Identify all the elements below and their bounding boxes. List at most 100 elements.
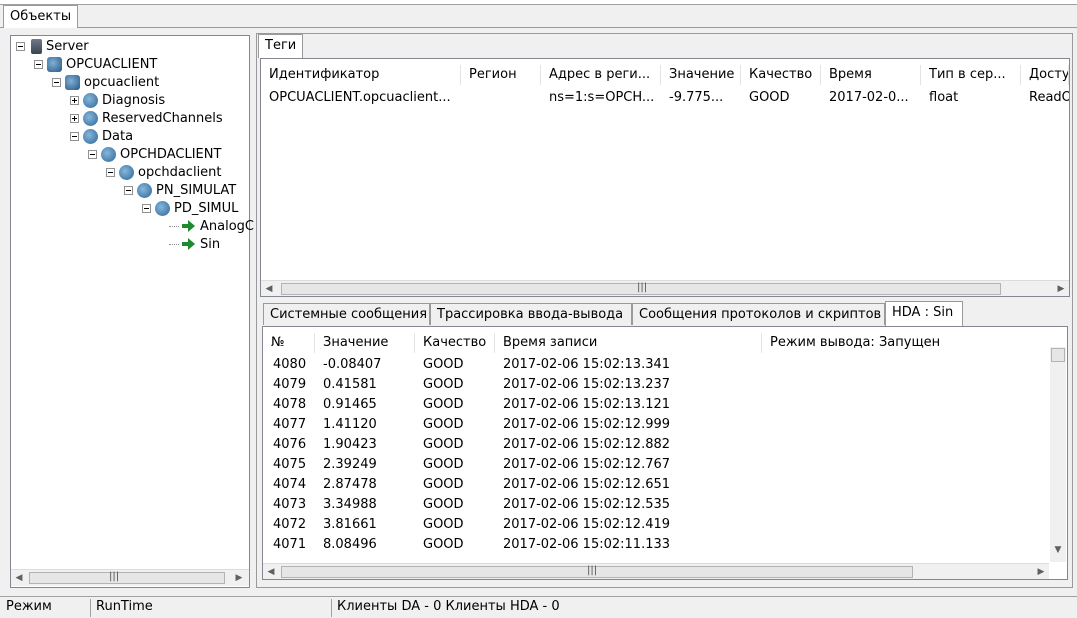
scrollbar-thumb[interactable] — [1051, 348, 1065, 362]
collapse-icon[interactable] — [52, 77, 61, 87]
column-header[interactable]: Значение — [661, 65, 741, 85]
tab-objects[interactable]: Объекты — [3, 5, 79, 28]
table-row[interactable]: 4078 0.91465 GOOD 2017-02-06 15:02:13.121 — [263, 395, 1043, 415]
tab-hda-sin[interactable]: HDA : Sin — [885, 301, 963, 326]
tree-node-opcuaclient[interactable]: opcuaclient — [52, 73, 159, 91]
column-header[interactable]: Тип в сер... — [921, 65, 1021, 85]
tree-node-label: Sin — [200, 236, 221, 252]
tree-node-opcuaclient-root[interactable]: OPCUACLIENT — [34, 55, 157, 73]
tree-node-analog[interactable]: AnalogC — [169, 217, 254, 235]
client-icon — [101, 146, 116, 162]
tab-protocol-messages[interactable]: Сообщения протоколов и скриптов — [632, 303, 885, 325]
table-cell: 0.91465 — [323, 397, 377, 412]
column-header[interactable]: Качество — [741, 65, 821, 85]
status-divider — [90, 599, 91, 617]
tree-node-label: Diagnosis — [102, 92, 166, 108]
expand-icon[interactable] — [70, 95, 79, 105]
scroll-left-icon[interactable]: ◀ — [261, 281, 277, 297]
scroll-right-icon[interactable]: ▶ — [1053, 281, 1069, 297]
table-row[interactable]: 4071 8.08496 GOOD 2017-02-06 15:02:11.133 — [263, 535, 1043, 555]
tags-table[interactable]: Идентификатор Регион Адрес в реги... Зна… — [260, 58, 1070, 297]
tree-node-data[interactable]: Data — [70, 127, 133, 145]
table-row[interactable]: 4080 -0.08407 GOOD 2017-02-06 15:02:13.341 — [263, 355, 1043, 375]
table-cell[interactable]: OPCUACLIENT.opcuaclient... — [261, 89, 461, 107]
status-divider — [331, 599, 332, 617]
table-cell: 1.90423 — [323, 437, 377, 452]
table-cell: 2017-02-06 15:02:12.651 — [503, 477, 671, 492]
device-icon — [65, 74, 80, 90]
collapse-icon[interactable] — [88, 149, 97, 159]
object-tree[interactable]: Server OPCUACLIENT opcuaclient Diagnosis… — [10, 35, 254, 588]
expand-icon[interactable] — [70, 113, 79, 123]
column-header[interactable]: Время записи — [495, 333, 762, 353]
table-row[interactable]: 4076 1.90423 GOOD 2017-02-06 15:02:12.882 — [263, 435, 1043, 455]
hda-vertical-scrollbar[interactable] — [1050, 347, 1066, 562]
tree-node-label: OPCUACLIENT — [66, 56, 158, 72]
tree-node-label: Server — [46, 38, 89, 54]
scrollbar-thumb[interactable] — [29, 572, 225, 584]
table-row[interactable]: 4079 0.41581 GOOD 2017-02-06 15:02:13.237 — [263, 375, 1043, 395]
tree-node-opchdaclient[interactable]: opchdaclient — [106, 163, 222, 181]
output-mode-label: Режим вывода: Запущен — [770, 335, 941, 350]
table-cell[interactable]: GOOD — [741, 89, 821, 107]
tab-tags[interactable]: Теги — [258, 34, 304, 58]
scroll-left-icon[interactable]: ◀ — [11, 570, 27, 586]
grip-icon: ||| — [109, 571, 120, 582]
column-header[interactable]: Время — [821, 65, 921, 85]
status-mode-value: RunTime — [96, 599, 153, 614]
collapse-icon[interactable] — [16, 41, 25, 51]
tree-node-pd-simul[interactable]: PD_SIMUL — [142, 199, 238, 217]
tree-node-label: opcuaclient — [84, 74, 160, 90]
collapse-icon[interactable] — [142, 203, 151, 213]
tab-io-trace[interactable]: Трассировка ввода-вывода — [430, 303, 632, 325]
table-cell[interactable]: -9.775... — [661, 89, 741, 107]
table-cell[interactable]: ReadO — [1021, 89, 1069, 107]
table-cell[interactable]: ns=1:s=OPCH... — [541, 89, 661, 107]
tree-horizontal-scrollbar[interactable]: ◀ ||| ▶ — [11, 569, 249, 586]
collapse-icon[interactable] — [70, 131, 79, 141]
table-cell: 2017-02-06 15:02:12.882 — [503, 437, 671, 452]
column-header[interactable]: Досту — [1021, 65, 1069, 85]
table-row[interactable]: 4072 3.81661 GOOD 2017-02-06 15:02:12.419 — [263, 515, 1043, 535]
table-cell[interactable]: float — [921, 89, 1021, 107]
tree-node-opchdaclient-root[interactable]: OPCHDACLIENT — [88, 145, 221, 163]
client-icon — [47, 56, 62, 72]
tree-node-server[interactable]: Server — [16, 37, 89, 55]
hda-horizontal-scrollbar[interactable]: ◀ ||| ▶ — [263, 563, 1049, 579]
table-cell: 2017-02-06 15:02:12.419 — [503, 517, 671, 532]
collapse-icon[interactable] — [34, 59, 43, 69]
table-cell[interactable]: 2017-02-0... — [821, 89, 921, 107]
table-cell: 4076 — [273, 437, 307, 452]
table-row[interactable]: 4077 1.41120 GOOD 2017-02-06 15:02:12.999 — [263, 415, 1043, 435]
tree-node-sin[interactable]: Sin — [169, 235, 221, 253]
column-header[interactable]: Значение — [315, 333, 415, 353]
scroll-left-icon[interactable]: ◀ — [263, 564, 279, 580]
table-cell: 0.41581 — [323, 377, 377, 392]
tab-divider — [0, 27, 1077, 28]
table-cell: 3.81661 — [323, 517, 377, 532]
column-header[interactable]: Качество — [415, 333, 495, 353]
table-cell: 4075 — [273, 457, 307, 472]
table-cell: GOOD — [423, 477, 464, 492]
scroll-right-icon[interactable]: ▶ — [1033, 564, 1049, 580]
table-cell: GOOD — [423, 537, 464, 552]
tree-node-pn-simulat[interactable]: PN_SIMULAT — [124, 181, 236, 199]
column-header[interactable]: Регион — [461, 65, 541, 85]
collapse-icon[interactable] — [106, 167, 115, 177]
tab-system-messages[interactable]: Системные сообщения — [263, 303, 430, 325]
column-header[interactable]: № — [263, 333, 315, 353]
table-row[interactable]: 4073 3.34988 GOOD 2017-02-06 15:02:12.535 — [263, 495, 1043, 515]
hda-table[interactable]: № Значение Качество Время записи Режим в… — [262, 326, 1068, 580]
scroll-down-icon[interactable]: ▼ — [1051, 545, 1065, 555]
tree-node-diagnosis[interactable]: Diagnosis — [70, 91, 165, 109]
scroll-right-icon[interactable]: ▶ — [231, 570, 247, 586]
collapse-icon[interactable] — [124, 185, 133, 195]
table-cell: 2017-02-06 15:02:13.341 — [503, 357, 671, 372]
table-row[interactable]: 4075 2.39249 GOOD 2017-02-06 15:02:12.767 — [263, 455, 1043, 475]
tags-horizontal-scrollbar[interactable]: ◀ ||| ▶ — [261, 280, 1069, 296]
column-header[interactable]: Идентификатор — [261, 65, 461, 85]
column-header[interactable]: Адрес в реги... — [541, 65, 661, 85]
tree-node-reservedchannels[interactable]: ReservedChannels — [70, 109, 223, 127]
table-row[interactable]: 4074 2.87478 GOOD 2017-02-06 15:02:12.651 — [263, 475, 1043, 495]
folder-icon — [155, 200, 170, 216]
